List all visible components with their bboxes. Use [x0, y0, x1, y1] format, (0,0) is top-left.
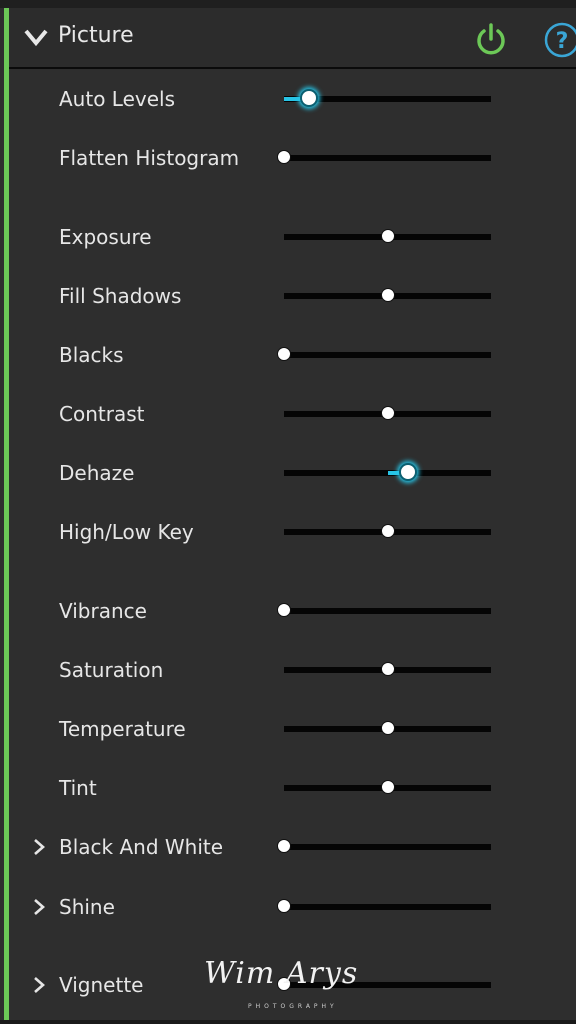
slider-thumb[interactable] [299, 89, 318, 107]
chevron-right-icon[interactable] [31, 975, 47, 995]
slider-label: Flatten Histogram [59, 146, 240, 170]
slider-row-temperature: Temperature [9, 709, 576, 749]
slider-label: Tint [59, 776, 97, 800]
slider-thumb[interactable] [277, 839, 291, 853]
slider-label: Vibrance [59, 599, 147, 623]
slider-row-high-low-key: High/Low Key [9, 512, 576, 552]
slider-row-dehaze: Dehaze [9, 453, 576, 493]
fill-shadows-slider[interactable] [284, 288, 491, 302]
slider-label: Auto Levels [59, 87, 176, 111]
slider-row-flatten-histogram: Flatten Histogram [9, 138, 576, 178]
slider-thumb[interactable] [380, 288, 395, 302]
high-low-key-slider[interactable] [284, 524, 491, 538]
blacks-slider[interactable] [277, 347, 491, 361]
exposure-slider[interactable] [284, 229, 491, 243]
slider-label: Dehaze [59, 461, 135, 485]
chevron-right-icon[interactable] [31, 837, 47, 857]
slider-label: Fill Shadows [59, 284, 182, 308]
slider-label: Temperature [59, 717, 186, 741]
chevron-down-icon[interactable] [23, 24, 49, 50]
slider-track[interactable] [284, 904, 491, 910]
auto-levels-slider[interactable] [284, 89, 491, 107]
vignette-slider[interactable] [277, 977, 491, 991]
slider-row-black-and-white: Black And White [9, 827, 576, 867]
slider-thumb[interactable] [380, 229, 395, 243]
slider-thumb[interactable] [277, 977, 291, 991]
slider-track[interactable] [284, 352, 491, 358]
slider-label: Black And White [59, 835, 224, 859]
power-icon[interactable] [473, 22, 509, 58]
slider-label: Saturation [59, 658, 164, 682]
slider-row-tint: Tint [9, 768, 576, 808]
slider-row-saturation: Saturation [9, 650, 576, 690]
saturation-slider[interactable] [284, 662, 491, 676]
slider-label: Contrast [59, 402, 145, 426]
chevron-right-icon[interactable] [31, 897, 47, 917]
slider-label: Exposure [59, 225, 152, 249]
slider-label: Vignette [59, 973, 144, 997]
help-icon[interactable]: ? [543, 21, 576, 59]
tint-slider[interactable] [284, 780, 491, 794]
slider-row-contrast: Contrast [9, 394, 576, 434]
slider-track[interactable] [284, 844, 491, 850]
slider-thumb[interactable] [277, 899, 291, 913]
slider-row-fill-shadows: Fill Shadows [9, 276, 576, 316]
slider-row-shine: Shine [9, 887, 576, 927]
slider-row-auto-levels: Auto Levels [9, 79, 576, 119]
panel-title: Picture [58, 23, 134, 48]
slider-row-vibrance: Vibrance [9, 591, 576, 631]
slider-thumb[interactable] [380, 780, 395, 794]
slider-track[interactable] [284, 155, 491, 161]
slider-track[interactable] [284, 608, 491, 614]
slider-thumb[interactable] [277, 150, 291, 164]
slider-thumb[interactable] [277, 347, 291, 361]
slider-row-vignette: Vignette [9, 965, 576, 1005]
slider-thumb[interactable] [399, 463, 418, 481]
contrast-slider[interactable] [284, 406, 491, 420]
slider-row-blacks: Blacks [9, 335, 576, 375]
dehaze-slider[interactable] [284, 463, 491, 481]
black-and-white-slider[interactable] [277, 839, 491, 853]
vibrance-slider[interactable] [277, 603, 491, 617]
bottom-edge-bar [0, 1020, 576, 1024]
slider-thumb[interactable] [380, 406, 395, 420]
temperature-slider[interactable] [284, 721, 491, 735]
top-edge-bar [0, 0, 576, 8]
slider-track[interactable] [284, 982, 491, 988]
shine-slider[interactable] [277, 899, 491, 913]
slider-label: Shine [59, 895, 115, 919]
flatten-histogram-slider[interactable] [277, 150, 491, 164]
slider-thumb[interactable] [380, 524, 395, 538]
svg-text:?: ? [556, 29, 569, 54]
slider-thumb[interactable] [277, 603, 291, 617]
slider-thumb[interactable] [380, 662, 395, 676]
slider-row-exposure: Exposure [9, 217, 576, 257]
slider-label: High/Low Key [59, 520, 194, 544]
slider-label: Blacks [59, 343, 124, 367]
slider-thumb[interactable] [380, 721, 395, 735]
panel-header[interactable]: Picture ? [9, 8, 576, 69]
